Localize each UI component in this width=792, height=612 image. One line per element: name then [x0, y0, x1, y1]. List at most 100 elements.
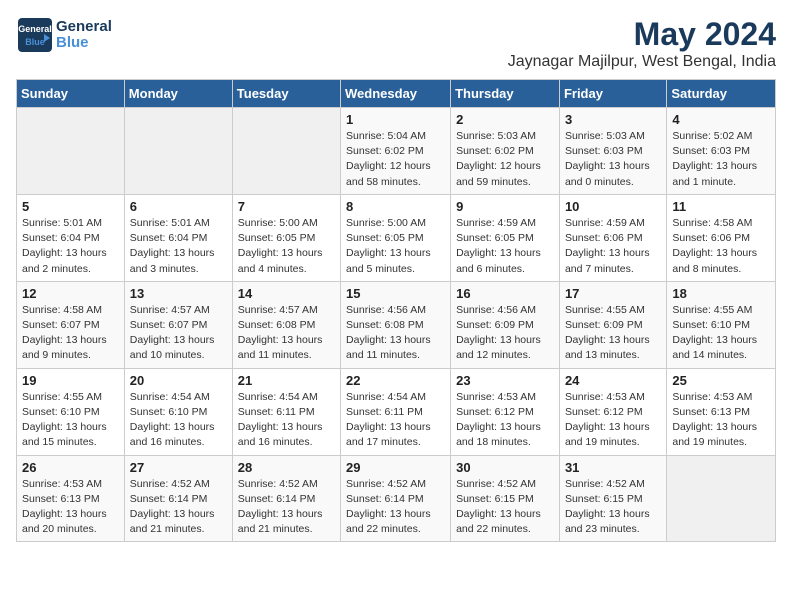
day-number: 15	[346, 286, 445, 301]
calendar-cell: 18Sunrise: 4:55 AM Sunset: 6:10 PM Dayli…	[667, 281, 776, 368]
day-number: 23	[456, 373, 554, 388]
calendar-cell: 25 Sunrise: 4:53 AM Sunset: 6:13 PM Dayli…	[667, 368, 776, 455]
day-info: Sunrise: 5:03 AM Sunset: 6:02 PM Dayligh…	[456, 129, 554, 190]
day-number: 24	[565, 373, 661, 388]
day-info: Sunrise: 4:53 AM Sunset: 6:12 PM Dayligh…	[456, 390, 554, 451]
page-subtitle: Jaynagar Majilpur, West Bengal, India	[508, 53, 776, 71]
calendar-header-row: Sunday Monday Tuesday Wednesday Thursday…	[17, 80, 776, 108]
day-number: 1	[346, 112, 445, 127]
day-info: Sunrise: 4:55 AM Sunset: 6:09 PM Dayligh…	[565, 303, 661, 364]
day-number: 27	[130, 460, 227, 475]
day-info: Sunrise: 5:02 AM Sunset: 6:03 PM Dayligh…	[672, 129, 770, 190]
day-number: 20	[130, 373, 227, 388]
day-info: Sunrise: 4:52 AM Sunset: 6:14 PM Dayligh…	[346, 477, 445, 538]
day-info: Sunrise: 4:57 AM Sunset: 6:08 PM Dayligh…	[238, 303, 335, 364]
day-number: 31	[565, 460, 661, 475]
col-tuesday: Tuesday	[232, 80, 340, 108]
day-number: 6	[130, 199, 227, 214]
logo-general: General	[56, 19, 112, 36]
calendar-week-row: 26Sunrise: 4:53 AM Sunset: 6:13 PM Dayli…	[17, 455, 776, 542]
day-number: 28	[238, 460, 335, 475]
calendar-cell: 24 Sunrise: 4:53 AM Sunset: 6:12 PM Dayli…	[559, 368, 666, 455]
calendar-cell: 28 Sunrise: 4:52 AM Sunset: 6:14 PM Dayli…	[232, 455, 340, 542]
calendar-week-row: 12 Sunrise: 4:58 AM Sunset: 6:07 PM Dayli…	[17, 281, 776, 368]
day-number: 18	[672, 286, 770, 301]
calendar-cell: 31 Sunrise: 4:52 AM Sunset: 6:15 PM Dayli…	[559, 455, 666, 542]
day-number: 9	[456, 199, 554, 214]
page-title: May 2024	[508, 16, 776, 53]
calendar-cell	[232, 108, 340, 195]
day-info: Sunrise: 4:52 AM Sunset: 6:15 PM Dayligh…	[456, 477, 554, 538]
calendar-week-row: 19 Sunrise: 4:55 AM Sunset: 6:10 PM Dayli…	[17, 368, 776, 455]
calendar-cell	[124, 108, 232, 195]
title-area: May 2024 Jaynagar Majilpur, West Bengal,…	[508, 16, 776, 71]
day-info: Sunrise: 4:58 AM Sunset: 6:07 PM Dayligh…	[22, 303, 119, 364]
calendar-cell: 16 Sunrise: 4:56 AM Sunset: 6:09 PM Dayli…	[451, 281, 560, 368]
calendar-cell: 2 Sunrise: 5:03 AM Sunset: 6:02 PM Daylig…	[451, 108, 560, 195]
calendar-cell: 8Sunrise: 5:00 AM Sunset: 6:05 PM Daylig…	[341, 194, 451, 281]
col-monday: Monday	[124, 80, 232, 108]
day-info: Sunrise: 5:01 AM Sunset: 6:04 PM Dayligh…	[22, 216, 119, 277]
calendar-cell: 7Sunrise: 5:00 AM Sunset: 6:05 PM Daylig…	[232, 194, 340, 281]
calendar-cell	[17, 108, 125, 195]
day-info: Sunrise: 4:56 AM Sunset: 6:09 PM Dayligh…	[456, 303, 554, 364]
day-number: 12	[22, 286, 119, 301]
day-number: 30	[456, 460, 554, 475]
calendar-cell: 21 Sunrise: 4:54 AM Sunset: 6:11 PM Dayli…	[232, 368, 340, 455]
day-info: Sunrise: 4:54 AM Sunset: 6:11 PM Dayligh…	[238, 390, 335, 451]
calendar-cell: 12 Sunrise: 4:58 AM Sunset: 6:07 PM Dayli…	[17, 281, 125, 368]
calendar-cell: 9 Sunrise: 4:59 AM Sunset: 6:05 PM Daylig…	[451, 194, 560, 281]
col-friday: Friday	[559, 80, 666, 108]
calendar-week-row: 5 Sunrise: 5:01 AM Sunset: 6:04 PM Daylig…	[17, 194, 776, 281]
day-info: Sunrise: 4:53 AM Sunset: 6:13 PM Dayligh…	[672, 390, 770, 451]
calendar-cell: 17 Sunrise: 4:55 AM Sunset: 6:09 PM Dayli…	[559, 281, 666, 368]
day-number: 14	[238, 286, 335, 301]
day-number: 17	[565, 286, 661, 301]
calendar-cell: 26Sunrise: 4:53 AM Sunset: 6:13 PM Dayli…	[17, 455, 125, 542]
calendar-cell: 20 Sunrise: 4:54 AM Sunset: 6:10 PM Dayli…	[124, 368, 232, 455]
calendar-cell	[667, 455, 776, 542]
day-info: Sunrise: 5:01 AM Sunset: 6:04 PM Dayligh…	[130, 216, 227, 277]
day-number: 25	[672, 373, 770, 388]
day-info: Sunrise: 4:59 AM Sunset: 6:05 PM Dayligh…	[456, 216, 554, 277]
calendar-cell: 19 Sunrise: 4:55 AM Sunset: 6:10 PM Dayli…	[17, 368, 125, 455]
calendar-cell: 4 Sunrise: 5:02 AM Sunset: 6:03 PM Daylig…	[667, 108, 776, 195]
calendar-cell: 14 Sunrise: 4:57 AM Sunset: 6:08 PM Dayli…	[232, 281, 340, 368]
col-thursday: Thursday	[451, 80, 560, 108]
day-info: Sunrise: 4:59 AM Sunset: 6:06 PM Dayligh…	[565, 216, 661, 277]
day-number: 29	[346, 460, 445, 475]
calendar-cell: 30 Sunrise: 4:52 AM Sunset: 6:15 PM Dayli…	[451, 455, 560, 542]
day-info: Sunrise: 4:52 AM Sunset: 6:14 PM Dayligh…	[130, 477, 227, 538]
day-info: Sunrise: 4:54 AM Sunset: 6:10 PM Dayligh…	[130, 390, 227, 451]
day-number: 11	[672, 199, 770, 214]
day-info: Sunrise: 4:56 AM Sunset: 6:08 PM Dayligh…	[346, 303, 445, 364]
logo-blue: Blue	[56, 35, 112, 52]
day-info: Sunrise: 4:53 AM Sunset: 6:12 PM Dayligh…	[565, 390, 661, 451]
header: General Blue General Blue May 2024 Jayna…	[16, 16, 776, 71]
day-info: Sunrise: 4:53 AM Sunset: 6:13 PM Dayligh…	[22, 477, 119, 538]
svg-text:General: General	[18, 24, 52, 34]
day-number: 8	[346, 199, 445, 214]
col-sunday: Sunday	[17, 80, 125, 108]
calendar-cell: 1 Sunrise: 5:04 AM Sunset: 6:02 PM Daylig…	[341, 108, 451, 195]
day-number: 16	[456, 286, 554, 301]
calendar-cell: 5 Sunrise: 5:01 AM Sunset: 6:04 PM Daylig…	[17, 194, 125, 281]
day-info: Sunrise: 4:52 AM Sunset: 6:14 PM Dayligh…	[238, 477, 335, 538]
calendar-cell: 27 Sunrise: 4:52 AM Sunset: 6:14 PM Dayli…	[124, 455, 232, 542]
day-number: 19	[22, 373, 119, 388]
svg-text:Blue: Blue	[25, 37, 45, 47]
day-number: 5	[22, 199, 119, 214]
day-number: 4	[672, 112, 770, 127]
calendar-cell: 23 Sunrise: 4:53 AM Sunset: 6:12 PM Dayli…	[451, 368, 560, 455]
day-number: 2	[456, 112, 554, 127]
day-info: Sunrise: 5:04 AM Sunset: 6:02 PM Dayligh…	[346, 129, 445, 190]
col-wednesday: Wednesday	[341, 80, 451, 108]
day-number: 21	[238, 373, 335, 388]
day-info: Sunrise: 5:03 AM Sunset: 6:03 PM Dayligh…	[565, 129, 661, 190]
day-number: 22	[346, 373, 445, 388]
day-info: Sunrise: 4:52 AM Sunset: 6:15 PM Dayligh…	[565, 477, 661, 538]
calendar-cell: 29 Sunrise: 4:52 AM Sunset: 6:14 PM Dayli…	[341, 455, 451, 542]
calendar-week-row: 1 Sunrise: 5:04 AM Sunset: 6:02 PM Daylig…	[17, 108, 776, 195]
day-number: 13	[130, 286, 227, 301]
day-info: Sunrise: 4:55 AM Sunset: 6:10 PM Dayligh…	[22, 390, 119, 451]
